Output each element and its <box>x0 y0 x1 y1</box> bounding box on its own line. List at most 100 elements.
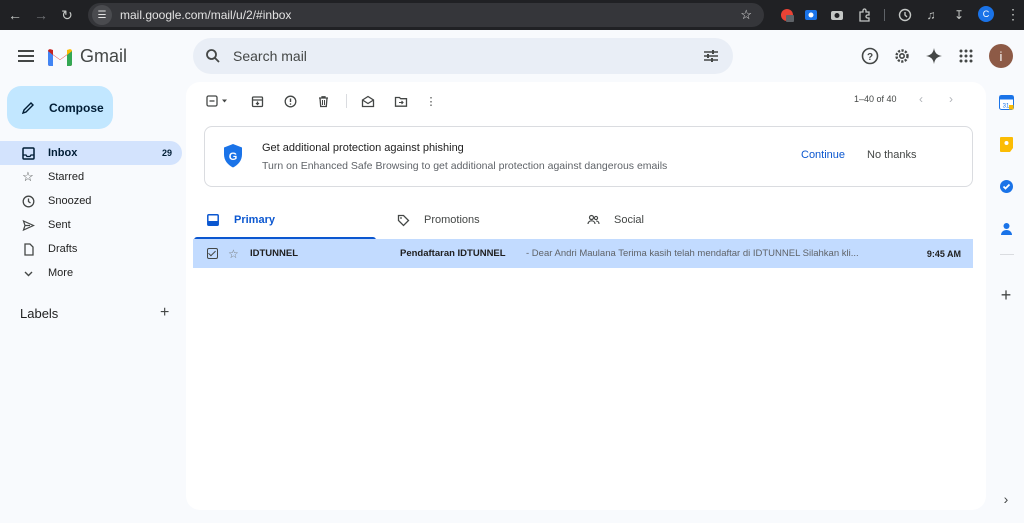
camera-icon[interactable] <box>828 6 846 24</box>
row-checkbox[interactable] <box>207 248 218 259</box>
tasks-icon[interactable] <box>998 178 1014 194</box>
star-icon: ☆ <box>22 169 34 184</box>
no-thanks-button[interactable]: No thanks <box>867 149 917 161</box>
sidebar-item-label: Starred <box>48 171 85 183</box>
sidebar-item-more[interactable]: More <box>0 261 182 285</box>
extension-icon[interactable] <box>778 6 796 24</box>
people-icon <box>586 213 600 227</box>
side-panel: 31 + › <box>990 82 1024 523</box>
gemini-sparkle-icon[interactable] <box>922 44 946 68</box>
svg-text:G: G <box>229 151 238 163</box>
account-avatar[interactable]: i <box>989 44 1013 68</box>
get-addons-icon[interactable]: + <box>998 285 1014 305</box>
main-menu-icon[interactable] <box>16 46 36 66</box>
sidebar-item-drafts[interactable]: Drafts <box>0 237 182 261</box>
inbox-tab-icon <box>206 213 220 227</box>
sidebar-nav: Inbox 29 ☆ Starred Snoozed Sent Drafts M… <box>0 141 182 285</box>
report-spam-icon[interactable] <box>282 93 298 109</box>
forward-icon[interactable]: → <box>30 4 52 26</box>
send-icon <box>20 217 36 233</box>
mark-as-read-icon[interactable] <box>360 93 376 109</box>
next-page-icon[interactable]: › <box>949 92 953 106</box>
sidebar-item-label: Snoozed <box>48 195 92 207</box>
phishing-protection-banner: G Get additional protection against phis… <box>204 126 973 187</box>
inbox-icon <box>20 145 36 161</box>
expand-panel-icon[interactable]: › <box>998 491 1014 507</box>
gmail-m-icon <box>48 48 72 66</box>
site-info-icon[interactable]: ☰ <box>92 5 112 25</box>
reload-icon[interactable]: ↻ <box>56 4 78 26</box>
search-icon[interactable] <box>205 48 221 64</box>
screen-capture-icon[interactable] <box>802 6 820 24</box>
svg-text:31: 31 <box>1002 103 1009 109</box>
side-panel-divider <box>1000 254 1014 255</box>
sidebar-item-sent[interactable]: Sent <box>0 213 182 237</box>
archive-icon[interactable] <box>249 93 265 109</box>
move-to-icon[interactable] <box>393 93 409 109</box>
tab-label: Primary <box>234 214 275 226</box>
tab-primary[interactable]: Primary <box>194 200 376 240</box>
performance-icon[interactable] <box>896 6 914 24</box>
search-options-icon[interactable] <box>703 48 719 64</box>
bookmark-star-icon[interactable]: ☆ <box>740 7 752 23</box>
clock-icon <box>20 193 36 209</box>
sidebar-item-label: More <box>48 267 74 279</box>
draft-icon <box>20 241 36 257</box>
unread-count: 29 <box>161 148 172 158</box>
inbox-tabs: Primary Promotions Social <box>186 200 986 240</box>
google-shield-icon: G <box>224 144 242 168</box>
compose-button[interactable]: Compose <box>7 86 113 129</box>
browser-toolbar: ← → ↻ ☰ mail.google.com/mail/u/2/#inbox … <box>0 0 1024 30</box>
previous-page-icon[interactable]: ‹ <box>919 92 923 106</box>
banner-subtitle: Turn on Enhanced Safe Browsing to get ad… <box>262 160 668 172</box>
mail-list-panel: ⋮ 1–40 of 40 ‹ › G Get additional protec… <box>186 82 986 510</box>
settings-gear-icon[interactable] <box>890 44 914 68</box>
download-icon[interactable]: ↧ <box>950 6 968 24</box>
delete-icon[interactable] <box>315 93 331 109</box>
contacts-icon[interactable] <box>998 220 1014 236</box>
media-control-icon[interactable]: ♫ <box>922 6 940 24</box>
tab-promotions[interactable]: Promotions <box>396 200 480 240</box>
email-time: 9:45 AM <box>926 248 961 259</box>
select-all-checkbox[interactable] <box>204 93 232 109</box>
more-actions-icon[interactable]: ⋮ <box>423 93 439 109</box>
address-bar[interactable]: ☰ mail.google.com/mail/u/2/#inbox ☆ <box>88 3 764 27</box>
help-icon[interactable]: ? <box>858 44 882 68</box>
chevron-down-icon <box>20 265 36 281</box>
pagination-text: 1–40 of 40 <box>854 94 897 104</box>
email-sender: IDTUNNEL <box>250 248 299 259</box>
svg-text:?: ? <box>867 52 873 63</box>
sidebar-item-label: Inbox <box>48 147 78 159</box>
tab-social[interactable]: Social <box>586 200 644 240</box>
add-label-icon[interactable]: + <box>160 304 169 322</box>
banner-title: Get additional protection against phishi… <box>262 142 464 154</box>
search-input[interactable]: Search mail <box>233 48 307 64</box>
apps-grid-icon[interactable] <box>954 44 978 68</box>
compose-label: Compose <box>49 100 104 115</box>
calendar-icon[interactable]: 31 <box>998 94 1014 110</box>
back-icon[interactable]: ← <box>4 4 26 26</box>
continue-button[interactable]: Continue <box>801 149 845 161</box>
email-row[interactable]: ☆ IDTUNNEL Pendaftaran IDTUNNEL - Dear A… <box>193 239 973 268</box>
url-text: mail.google.com/mail/u/2/#inbox <box>120 8 292 22</box>
email-snippet: - Dear Andri Maulana Terima kasih telah … <box>526 248 859 259</box>
browser-menu-icon[interactable]: ⋮ <box>1006 6 1020 23</box>
pencil-icon <box>21 101 34 114</box>
sidebar-item-label: Drafts <box>48 243 78 255</box>
search-bar[interactable]: Search mail <box>193 38 733 74</box>
keep-icon[interactable] <box>998 136 1014 152</box>
email-subject: Pendaftaran IDTUNNEL <box>400 248 506 259</box>
app-name: Gmail <box>80 46 128 66</box>
sidebar-item-starred[interactable]: ☆ Starred <box>0 165 182 189</box>
toolbar-divider <box>884 9 885 21</box>
sidebar-item-inbox[interactable]: Inbox 29 <box>0 141 182 165</box>
browser-profile-avatar[interactable]: C <box>978 6 994 22</box>
toolbar-divider <box>346 94 347 108</box>
star-toggle-icon[interactable]: ☆ <box>228 247 239 261</box>
gmail-logo[interactable]: Gmail <box>48 46 127 67</box>
gmail-header: Gmail Search mail ? i <box>0 30 1024 82</box>
extensions-puzzle-icon[interactable] <box>855 6 873 24</box>
sidebar-item-snoozed[interactable]: Snoozed <box>0 189 182 213</box>
tag-icon <box>396 213 410 227</box>
labels-heading: Labels <box>20 306 59 321</box>
